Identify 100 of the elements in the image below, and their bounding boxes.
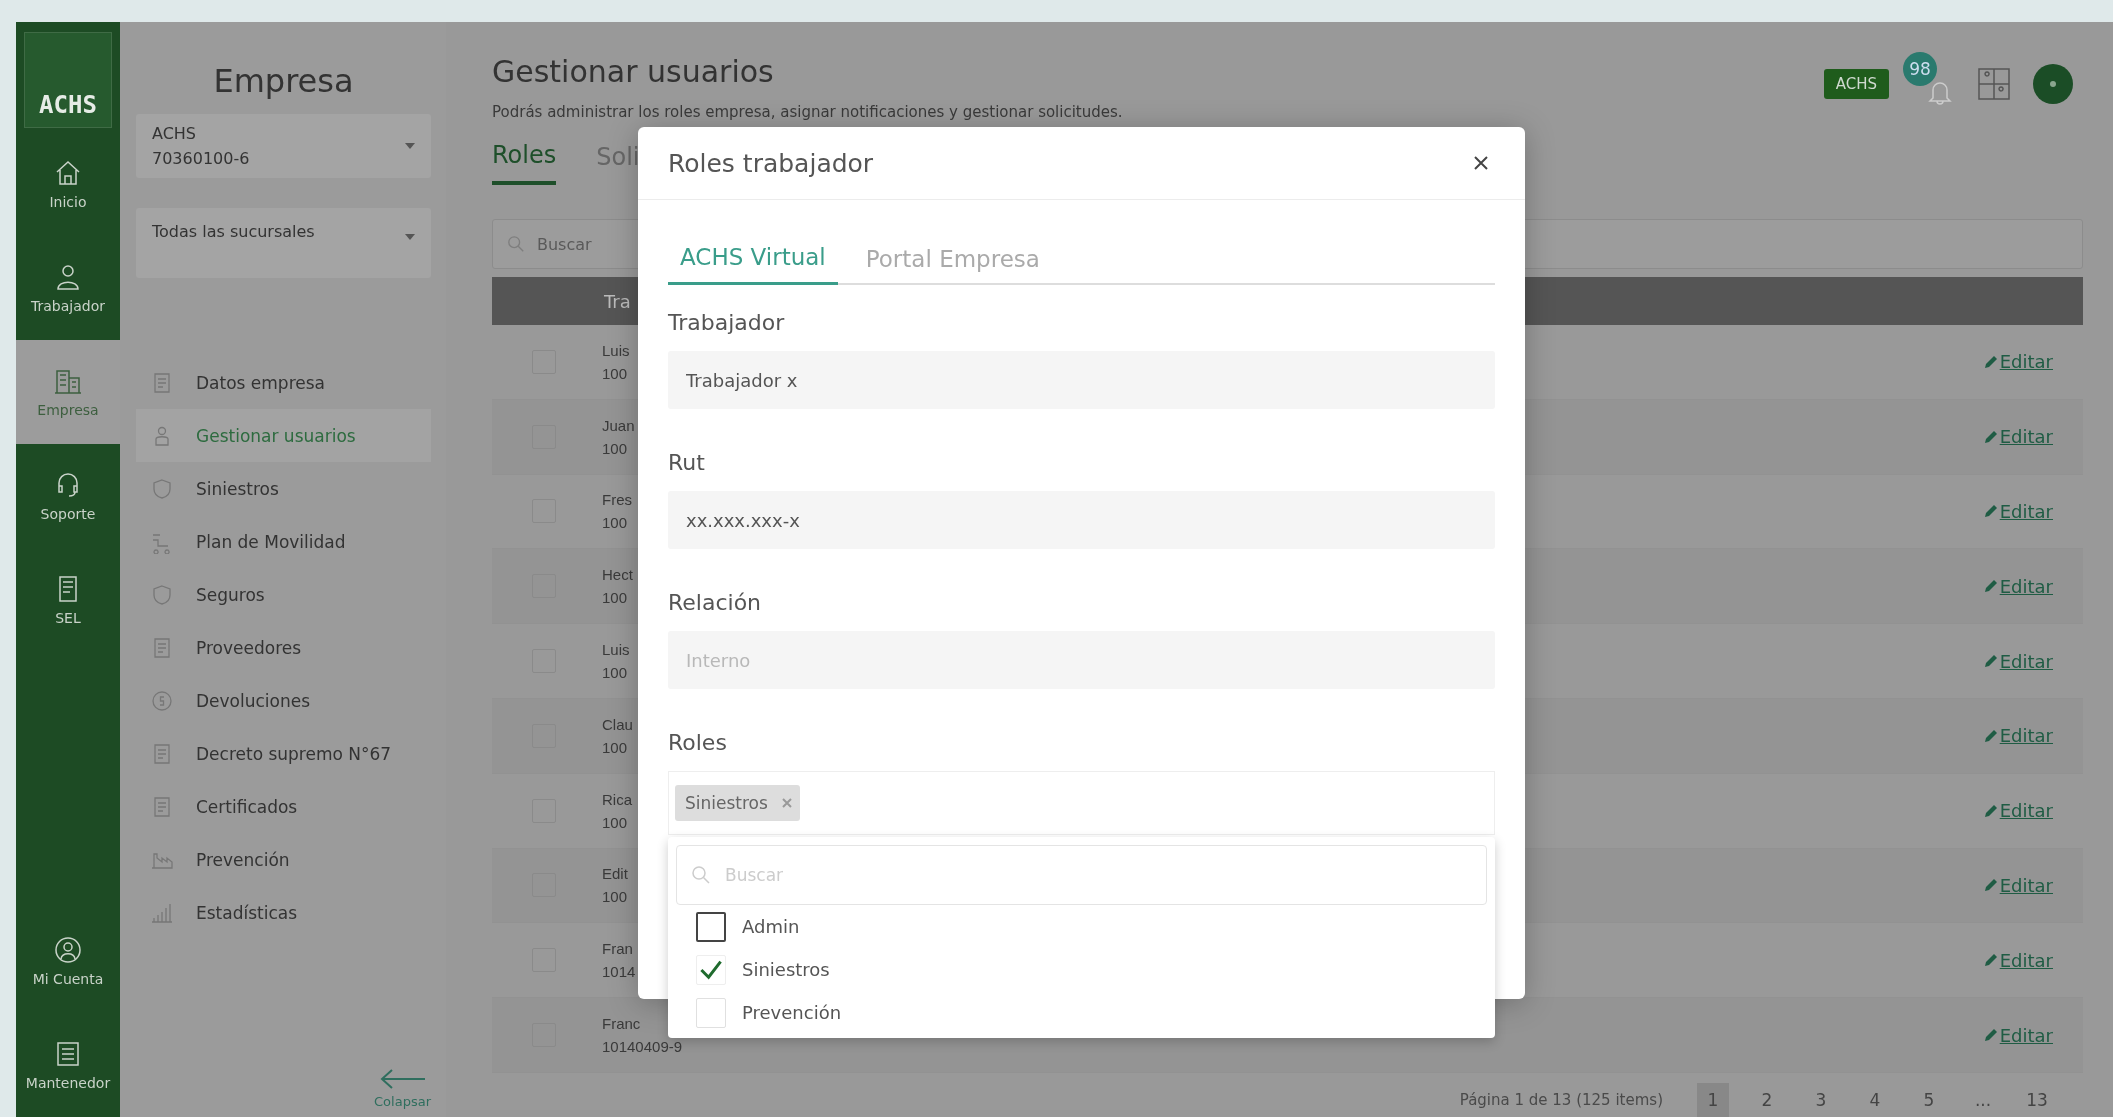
rail-item[interactable]: SEL: [16, 548, 120, 652]
field-label: Roles: [668, 729, 728, 757]
input-field[interactable]: Trabajador x: [668, 351, 1495, 409]
sidebar-item[interactable]: Devoluciones: [136, 674, 431, 727]
pencil-icon: [1983, 429, 1998, 444]
sidebar-item[interactable]: Datos empresa: [136, 356, 431, 409]
sidebar-item[interactable]: Estadísticas: [136, 886, 431, 939]
sidebar-item[interactable]: Gestionar usuarios: [136, 409, 431, 462]
rail-item[interactable]: Soporte: [16, 444, 120, 548]
edit-link[interactable]: Editar: [1983, 351, 2053, 373]
table-cell: 100: [602, 364, 628, 382]
role-option[interactable]: Siniestros: [676, 948, 1487, 991]
pencil-icon: [1983, 654, 1998, 669]
page-button[interactable]: 3: [1805, 1082, 1837, 1117]
pencil-icon: [1983, 878, 1998, 893]
coin-icon: [150, 688, 174, 713]
rail-item[interactable]: Empresa: [16, 340, 120, 444]
pencil-icon: [1983, 728, 1998, 743]
tab[interactable]: Roles: [492, 135, 557, 185]
table-cell: 100: [602, 813, 628, 831]
shield-icon: [150, 476, 174, 501]
edit-link[interactable]: Editar: [1983, 501, 2053, 522]
page-button[interactable]: 13: [2021, 1082, 2053, 1117]
table-cell: Franc: [602, 1015, 641, 1033]
user-circle-icon: [53, 935, 83, 965]
edit-link[interactable]: Editar: [1983, 1024, 2053, 1046]
rail-item[interactable]: Mantenedor: [16, 1013, 120, 1117]
edit-link[interactable]: Editar: [1983, 650, 2053, 672]
edit-link[interactable]: Editar: [1983, 874, 2053, 896]
table-cell: Luis: [602, 641, 630, 659]
field-label: Trabajador: [668, 309, 786, 337]
logo[interactable]: ACHS: [24, 32, 112, 128]
table-cell: Juan: [602, 416, 635, 434]
shield-icon: [150, 582, 174, 607]
avatar-icon[interactable]: [2033, 64, 2073, 104]
sidebar-title: Empresa: [212, 62, 355, 100]
pencil-icon: [1983, 579, 1998, 594]
table-cell: 100: [602, 888, 628, 906]
company-select[interactable]: ACHS 70360100-6: [136, 114, 431, 178]
table-cell: 10140409-9: [602, 1038, 683, 1056]
table-cell: Luis: [602, 341, 630, 359]
roles-select[interactable]: Siniestros: [668, 771, 1495, 835]
rail-item[interactable]: Trabajador: [16, 236, 120, 340]
arrow-left-icon: [379, 1068, 426, 1090]
table-cell: Fran: [602, 940, 633, 958]
checkbox[interactable]: [696, 911, 726, 942]
tab[interactable]: Portal Empresa: [865, 240, 1040, 285]
pagination-summary: Página 1 de 13 (125 items): [1459, 1090, 1663, 1109]
role-option[interactable]: Admin: [676, 905, 1487, 948]
sidebar-item[interactable]: Siniestros: [136, 462, 431, 515]
edit-link[interactable]: Editar: [1983, 725, 2053, 747]
sidebar-item[interactable]: Decreto supremo N°67: [136, 727, 431, 780]
role-tag: Siniestros: [675, 785, 800, 821]
edit-link[interactable]: Editar: [1983, 800, 2053, 822]
sidebar-item[interactable]: Certificados: [136, 780, 431, 833]
caret-icon: [405, 143, 415, 149]
role-option[interactable]: Prevención: [676, 991, 1487, 1034]
table-cell: 100: [602, 589, 628, 607]
sidebar-item[interactable]: Seguros: [136, 568, 431, 621]
table-cell: Edit: [602, 865, 628, 883]
table-cell: 1014: [602, 963, 636, 981]
page-subtitle: Podrás administrar los roles empresa, asignar notificaciones y gestionar solicitudes.: [492, 103, 1123, 121]
edit-link[interactable]: Editar: [1983, 575, 2053, 597]
page-button[interactable]: 1: [1697, 1082, 1729, 1117]
notification-count: 98: [1903, 52, 1937, 86]
pencil-icon: [1983, 354, 1998, 369]
page-button[interactable]: 2: [1751, 1082, 1783, 1117]
modal-title: Roles trabajador: [668, 148, 874, 178]
close-icon: [1473, 155, 1489, 171]
page-button[interactable]: 4: [1859, 1082, 1891, 1117]
table-cell: 100: [602, 664, 628, 682]
sidebar-item[interactable]: Prevención: [136, 833, 431, 886]
remove-icon[interactable]: [781, 798, 792, 808]
rail-item[interactable]: Mi Cuenta: [16, 909, 120, 1013]
pencil-icon: [1983, 504, 1998, 519]
caret-icon: [405, 234, 415, 240]
page-title: Gestionar usuarios: [492, 54, 774, 89]
rail-item[interactable]: Inicio: [16, 132, 120, 236]
field-label: Rut: [668, 449, 706, 477]
pencil-icon: [1983, 953, 1998, 968]
table-cell: Rica: [602, 790, 632, 808]
table-cell: Hect: [602, 566, 633, 584]
table-cell: 100: [602, 738, 628, 756]
edit-link[interactable]: Editar: [1983, 949, 2053, 971]
pencil-icon: [1983, 803, 1998, 818]
edit-link[interactable]: Editar: [1983, 426, 2053, 448]
search-icon: [507, 235, 525, 253]
sidebar-item[interactable]: Proveedores: [136, 621, 431, 674]
table-cell: Clau: [602, 715, 633, 733]
page-button[interactable]: 5: [1913, 1082, 1945, 1117]
input-field[interactable]: xx.xxx.xxx-x: [668, 491, 1495, 549]
company-badge[interactable]: ACHS: [1823, 69, 1889, 99]
sidebar-item[interactable]: Plan de Movilidad: [136, 515, 431, 568]
search-icon: [691, 865, 711, 885]
input-field[interactable]: Interno: [668, 631, 1495, 689]
branch-select[interactable]: Todas las sucursales: [136, 208, 431, 278]
tab[interactable]: ACHS Virtual: [668, 240, 838, 285]
field-label: Relación: [668, 589, 763, 617]
page-button[interactable]: ...: [1967, 1082, 1999, 1117]
table-cell: Fres: [602, 491, 632, 509]
